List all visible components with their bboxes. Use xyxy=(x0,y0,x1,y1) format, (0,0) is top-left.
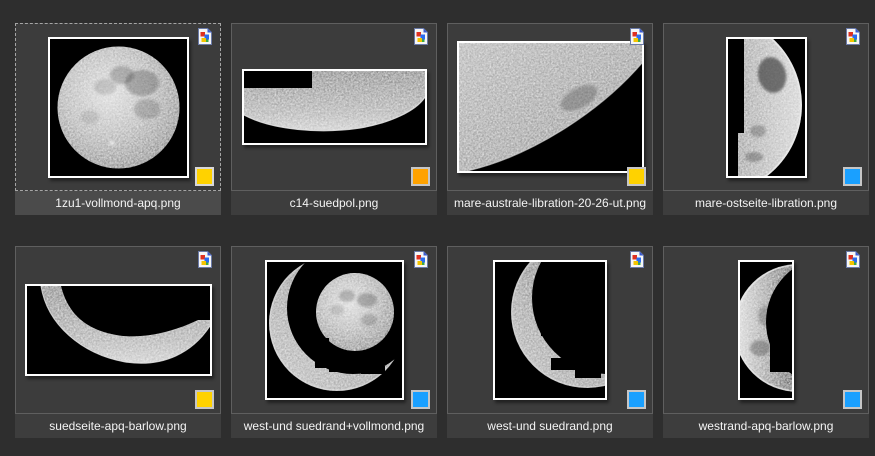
thumbnail-area[interactable] xyxy=(663,23,869,191)
image-frame xyxy=(232,247,436,413)
thumbnail-cell[interactable]: mare-australe-libration-20-26-ut.png xyxy=(447,23,653,215)
moon-art-fullmoon xyxy=(50,39,187,176)
image-file-icon[interactable] xyxy=(846,251,860,268)
color-label-badge[interactable] xyxy=(195,390,214,409)
image-frame xyxy=(232,24,436,190)
thumbnail-cell[interactable]: suedseite-apq-barlow.png xyxy=(15,246,221,438)
color-label-badge[interactable] xyxy=(843,390,862,409)
image-file-icon[interactable] xyxy=(846,28,860,45)
image-frame xyxy=(448,247,652,413)
moon-art-mare-australe xyxy=(459,43,642,171)
thumbnail-cell[interactable]: 1zu1-vollmond-apq.png xyxy=(15,23,221,215)
color-label-badge[interactable] xyxy=(843,167,862,186)
thumbnail-area[interactable] xyxy=(231,246,437,414)
color-label-badge[interactable] xyxy=(411,390,430,409)
filename-label[interactable]: mare-ostseite-libration.png xyxy=(663,191,869,215)
filename-label[interactable]: mare-australe-libration-20-26-ut.png xyxy=(447,191,653,215)
filename-label[interactable]: 1zu1-vollmond-apq.png xyxy=(15,191,221,215)
image-file-icon[interactable] xyxy=(198,28,212,45)
image-file-icon[interactable] xyxy=(414,28,428,45)
thumbnail-area[interactable] xyxy=(447,23,653,191)
image-frame xyxy=(664,247,868,413)
filename-label[interactable]: west-und suedrand+vollmond.png xyxy=(231,414,437,438)
image-frame xyxy=(448,24,652,190)
image-frame xyxy=(16,247,220,413)
image-frame xyxy=(16,24,220,190)
moon-art-east-limb xyxy=(728,39,805,176)
image-frame xyxy=(664,24,868,190)
filename-label[interactable]: suedseite-apq-barlow.png xyxy=(15,414,221,438)
thumbnail-cell[interactable]: westrand-apq-barlow.png xyxy=(663,246,869,438)
image-file-icon[interactable] xyxy=(630,251,644,268)
moon-art-west-limb xyxy=(740,262,792,398)
thumbnail-cell[interactable]: west-und suedrand+vollmond.png xyxy=(231,246,437,438)
filename-label[interactable]: c14-suedpol.png xyxy=(231,191,437,215)
color-label-badge[interactable] xyxy=(627,167,646,186)
moon-art-south-limb xyxy=(27,286,210,374)
color-label-badge[interactable] xyxy=(195,167,214,186)
color-label-badge[interactable] xyxy=(627,390,646,409)
thumbnail-area[interactable] xyxy=(15,246,221,414)
thumbnail-cell[interactable]: west-und suedrand.png xyxy=(447,246,653,438)
filename-label[interactable]: westrand-apq-barlow.png xyxy=(663,414,869,438)
image-file-icon[interactable] xyxy=(630,28,644,45)
image-file-icon[interactable] xyxy=(414,251,428,268)
thumbnail-cell[interactable]: c14-suedpol.png xyxy=(231,23,437,215)
moon-art-southpole xyxy=(244,71,425,143)
image-file-icon[interactable] xyxy=(198,251,212,268)
moon-art-crescent xyxy=(495,262,605,398)
thumbnail-area[interactable] xyxy=(15,23,221,191)
color-label-badge[interactable] xyxy=(411,167,430,186)
thumbnail-cell[interactable]: mare-ostseite-libration.png xyxy=(663,23,869,215)
thumbnail-area[interactable] xyxy=(231,23,437,191)
thumbnail-area[interactable] xyxy=(447,246,653,414)
filename-label[interactable]: west-und suedrand.png xyxy=(447,414,653,438)
moon-art-crescent-fullmoon xyxy=(267,262,402,398)
thumbnail-area[interactable] xyxy=(663,246,869,414)
